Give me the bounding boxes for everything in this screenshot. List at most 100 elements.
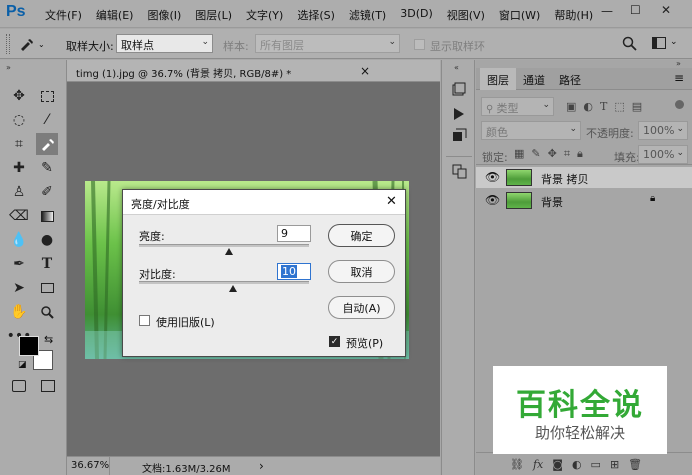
close-dialog-icon[interactable]: ✕ xyxy=(386,194,397,209)
menu-image[interactable]: 图像(I) xyxy=(147,7,181,23)
filter-shape-icon[interactable]: ⬚ xyxy=(614,100,624,113)
filter-toggle-icon[interactable] xyxy=(675,100,684,109)
filter-adjustment-icon[interactable]: ◐ xyxy=(583,100,593,113)
sample-select[interactable]: 所有图层 ⌄ xyxy=(255,34,400,53)
visibility-eye-icon[interactable]: 👁︎ xyxy=(485,170,500,184)
lock-pixels-icon[interactable]: ✎ xyxy=(531,147,540,161)
panel-menu-icon[interactable]: ≡ xyxy=(674,71,684,85)
tab-layers[interactable]: 图层 xyxy=(480,68,516,90)
sample-size-select[interactable]: 取样点 ⌄ xyxy=(116,34,213,53)
new-layer-icon[interactable]: ⊞ xyxy=(610,458,619,475)
legacy-checkbox[interactable] xyxy=(139,315,150,326)
layer-row[interactable]: 👁︎ 背景 🔒︎ xyxy=(476,190,692,211)
3d-icon[interactable] xyxy=(452,128,467,142)
marquee-tool-icon[interactable] xyxy=(36,85,58,107)
expand-arrows-icon[interactable]: « xyxy=(454,63,459,72)
tab-paths[interactable]: 路径 xyxy=(552,68,588,90)
menu-filter[interactable]: 滤镜(T) xyxy=(349,7,386,23)
preview-checkbox[interactable]: ✓ xyxy=(329,336,340,347)
foreground-color-swatch[interactable] xyxy=(19,336,39,356)
menu-layer[interactable]: 图层(L) xyxy=(195,7,232,23)
clone-stamp-tool-icon[interactable]: ♙ xyxy=(8,181,30,203)
menu-file[interactable]: 文件(F) xyxy=(45,7,82,23)
menu-window[interactable]: 窗口(W) xyxy=(499,7,540,23)
new-adjustment-icon[interactable]: ◐ xyxy=(572,458,582,475)
history-brush-tool-icon[interactable]: ✐ xyxy=(36,181,58,203)
maximize-button[interactable]: ☐ xyxy=(630,3,641,17)
blur-tool-icon[interactable]: 💧 xyxy=(8,229,30,251)
crop-tool-icon[interactable]: ⌗ xyxy=(8,133,30,155)
menu-edit[interactable]: 编辑(E) xyxy=(96,7,134,23)
link-layers-icon[interactable]: ⛓︎ xyxy=(510,458,524,475)
zoom-tool-icon[interactable] xyxy=(36,301,58,323)
ok-button[interactable]: 确定 xyxy=(328,224,395,247)
menu-type[interactable]: 文字(Y) xyxy=(246,7,283,23)
actions-play-icon[interactable] xyxy=(453,107,465,121)
properties-icon[interactable] xyxy=(452,164,467,179)
auto-button[interactable]: 自动(A) xyxy=(328,296,395,319)
menu-select[interactable]: 选择(S) xyxy=(297,7,335,23)
show-ring-checkbox[interactable] xyxy=(414,39,425,50)
status-menu-arrow-icon[interactable]: › xyxy=(259,459,264,473)
zoom-level[interactable]: 36.67% xyxy=(71,460,109,471)
default-colors-icon[interactable]: ◪ xyxy=(18,360,27,370)
lock-transparent-icon[interactable]: ▦ xyxy=(514,147,524,161)
fill-field[interactable]: 100% ⌄ xyxy=(638,145,688,164)
collapse-arrows-icon[interactable]: » xyxy=(676,59,681,68)
gradient-tool-icon[interactable] xyxy=(36,205,58,227)
menu-help[interactable]: 帮助(H) xyxy=(554,7,593,23)
contrast-slider-thumb[interactable] xyxy=(228,285,237,292)
layer-row[interactable]: 👁︎ 背景 拷贝 xyxy=(476,167,692,188)
document-tab[interactable]: timg (1).jpg @ 36.7% (背景 拷贝, RGB/8#) * × xyxy=(67,60,440,82)
add-mask-icon[interactable]: ◙ xyxy=(552,458,563,475)
magic-wand-tool-icon[interactable]: ⁄ xyxy=(36,109,58,131)
history-icon[interactable] xyxy=(452,82,466,96)
lock-all-icon[interactable]: 🔒︎ xyxy=(577,147,583,161)
screen-mode-icon[interactable] xyxy=(41,380,55,392)
contrast-slider[interactable] xyxy=(139,281,309,284)
cancel-button[interactable]: 取消 xyxy=(328,260,395,283)
rectangle-tool-icon[interactable] xyxy=(36,277,58,299)
menu-3d[interactable]: 3D(D) xyxy=(400,7,433,23)
healing-brush-tool-icon[interactable]: ✚ xyxy=(8,157,30,179)
blend-mode-select[interactable]: 颜色 ⌄ xyxy=(481,121,581,140)
move-tool-icon[interactable]: ✥ xyxy=(8,85,30,107)
eyedropper-tool-icon[interactable] xyxy=(36,133,58,155)
type-tool-icon[interactable]: T xyxy=(36,253,58,275)
new-group-icon[interactable]: ▭ xyxy=(591,458,601,475)
layer-kind-filter[interactable]: ⚲ 类型 ⌄ xyxy=(481,97,554,116)
contrast-field[interactable]: 10 xyxy=(277,263,311,280)
quick-mask-icon[interactable] xyxy=(12,380,26,392)
chevron-down-icon[interactable]: ⌄ xyxy=(670,37,678,47)
brightness-field[interactable]: 9 xyxy=(277,225,311,242)
path-selection-tool-icon[interactable]: ➤ xyxy=(8,277,30,299)
search-icon[interactable] xyxy=(622,36,638,52)
menu-view[interactable]: 视图(V) xyxy=(447,7,485,23)
minimize-button[interactable]: — xyxy=(601,4,613,18)
opacity-field[interactable]: 100% ⌄ xyxy=(638,121,688,140)
swap-colors-icon[interactable]: ⇆ xyxy=(44,333,53,346)
filter-type-icon[interactable]: T xyxy=(600,100,607,113)
eraser-tool-icon[interactable]: ⌫ xyxy=(8,205,30,227)
tab-channels[interactable]: 通道 xyxy=(516,68,552,90)
hand-tool-icon[interactable]: ✋ xyxy=(8,301,30,323)
visibility-eye-icon[interactable]: 👁︎ xyxy=(485,193,500,207)
layer-style-icon[interactable]: fx xyxy=(533,458,543,475)
brightness-slider[interactable] xyxy=(139,244,309,247)
pen-tool-icon[interactable]: ✒ xyxy=(8,253,30,275)
lasso-tool-icon[interactable]: ◌ xyxy=(8,109,30,131)
delete-layer-icon[interactable]: 🗑︎ xyxy=(628,458,642,475)
close-window-button[interactable]: ✕ xyxy=(661,3,671,17)
filter-smart-object-icon[interactable]: ▤ xyxy=(632,100,642,113)
brightness-slider-thumb[interactable] xyxy=(225,248,234,255)
lock-position-icon[interactable]: ✥ xyxy=(548,147,557,161)
close-document-icon[interactable]: × xyxy=(360,64,370,78)
document-size: 文档:1.63M/3.26M xyxy=(142,464,231,475)
filter-pixel-icon[interactable]: ▣ xyxy=(566,100,576,113)
dodge-tool-icon[interactable]: ● xyxy=(36,229,58,251)
tool-preset-picker[interactable]: ⌄ xyxy=(18,34,52,54)
workspace-icon[interactable] xyxy=(652,37,666,49)
lock-artboard-icon[interactable]: ⌗ xyxy=(564,147,570,161)
collapse-arrows-icon[interactable]: » xyxy=(6,63,11,72)
brush-tool-icon[interactable]: ✎ xyxy=(36,157,58,179)
